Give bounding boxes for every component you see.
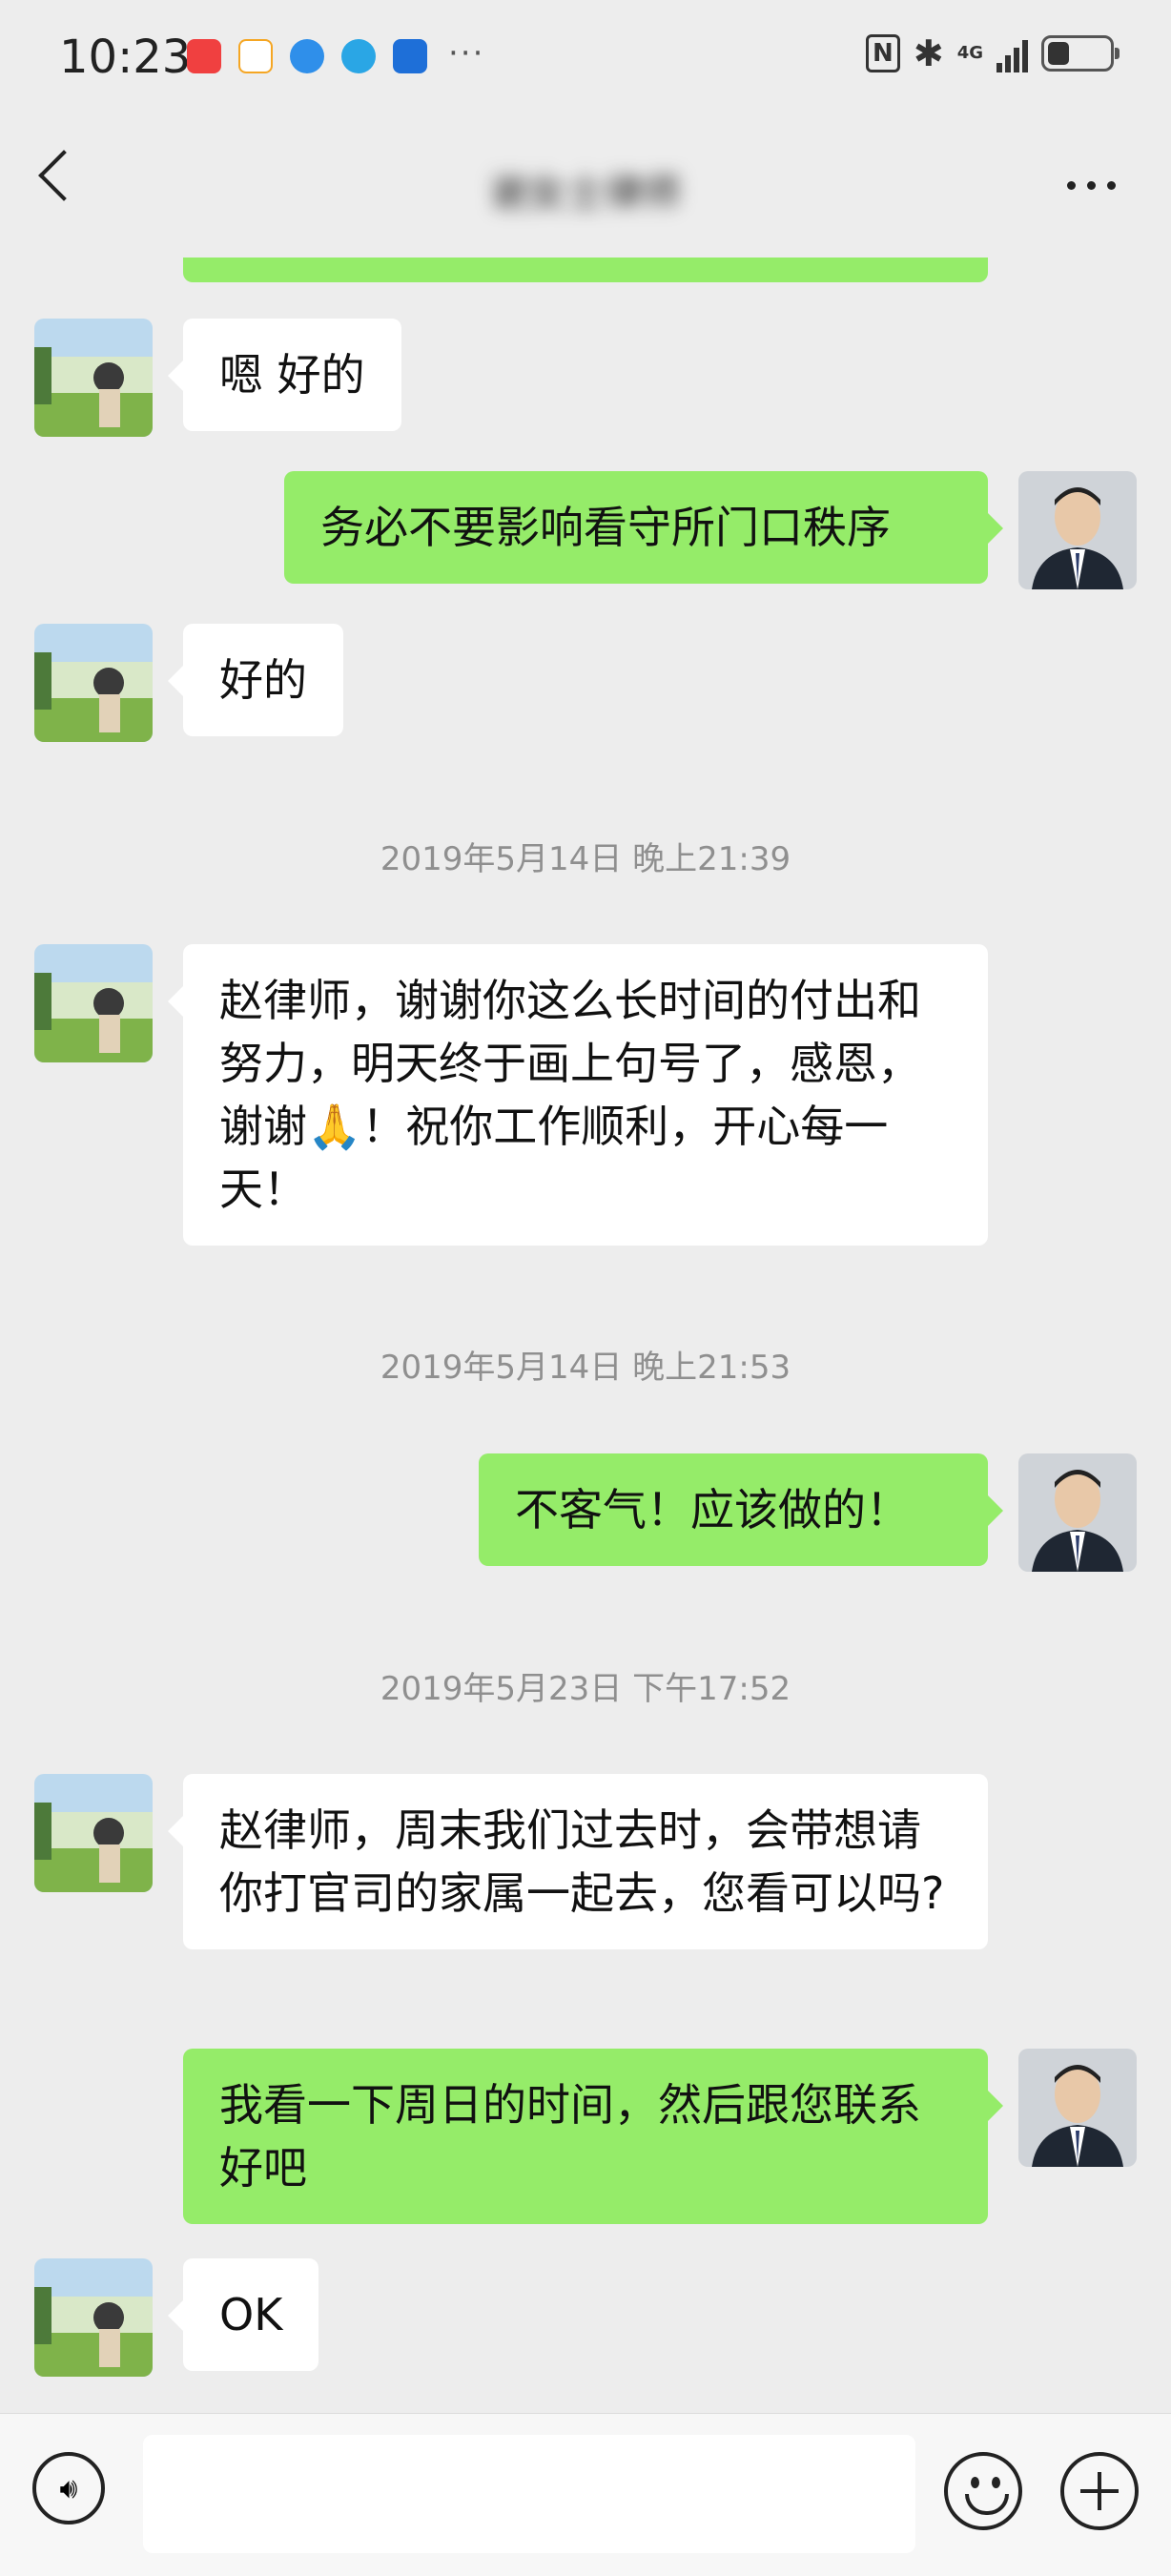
message-list[interactable]: 嗯 好的 务必不要影响看守所门口秩序 好的 2019年5月14日 晚上21:39…	[0, 258, 1171, 2413]
user-avatar[interactable]	[1018, 1453, 1137, 1572]
browser-app-icon	[341, 39, 376, 73]
emoji-button[interactable]	[944, 2452, 1022, 2530]
contact-avatar[interactable]	[34, 624, 153, 742]
contact-avatar[interactable]	[34, 1774, 153, 1892]
message-bubble-outgoing[interactable]: 我看一下周日的时间，然后跟您联系好吧	[183, 2049, 1003, 2224]
emoji-icon-eye	[992, 2477, 1000, 2488]
message-input[interactable]	[143, 2435, 915, 2553]
contact-avatar[interactable]	[34, 319, 153, 437]
message-bubble-outgoing[interactable]: 不客气！应该做的！	[479, 1453, 1003, 1566]
message-bubble-incoming[interactable]: 赵律师，周末我们过去时，会带想请你打官司的家属一起去，您看可以吗?	[168, 1774, 988, 1949]
battery-icon	[1041, 35, 1120, 72]
bluetooth-icon: ✱	[913, 32, 944, 74]
timestamp: 2019年5月14日 晚上21:53	[380, 1349, 791, 1387]
status-time: 10:23	[59, 31, 192, 84]
timestamp: 2019年5月23日 下午17:52	[380, 1670, 791, 1708]
status-bar: 10:23 ··· N ✱ 4G	[0, 0, 1171, 114]
user-avatar[interactable]	[1018, 2049, 1137, 2167]
message-bubble-incoming[interactable]: 好的	[168, 624, 343, 736]
messenger-app-icon	[290, 39, 324, 73]
nfc-icon: N	[865, 34, 900, 72]
more-options-icon[interactable]	[1067, 181, 1116, 190]
emoji-icon-mouth	[965, 2494, 1009, 2515]
chat-title: 谢女士律师	[490, 172, 681, 216]
weather-app-icon	[393, 39, 427, 73]
message-bubble-incoming[interactable]: OK	[167, 2258, 319, 2371]
timestamp: 2019年5月14日 晚上21:39	[380, 840, 791, 878]
message-bubble-incoming[interactable]: 嗯 好的	[168, 319, 401, 431]
message-bubble-outgoing[interactable]	[183, 258, 988, 282]
battery-level	[1048, 42, 1070, 65]
input-bar: 🔊︎	[0, 2413, 1171, 2576]
add-attachment-button[interactable]	[1060, 2452, 1139, 2530]
user-avatar[interactable]	[1018, 471, 1137, 589]
message-bubble-incoming[interactable]: 赵律师，谢谢你这么长时间的付出和努力，明天终于画上句号了，感恩，谢谢🙏！祝你工作…	[168, 944, 988, 1246]
huawei-app-icon	[187, 39, 221, 73]
emoji-icon	[971, 2477, 979, 2488]
more-notifications-icon: ···	[448, 34, 485, 72]
network-type-label: 4G	[956, 43, 983, 63]
voice-input-button[interactable]: 🔊︎	[32, 2452, 105, 2524]
voice-icon: 🔊︎	[59, 2471, 78, 2505]
signal-icon	[996, 34, 1028, 72]
xiaomei-app-icon	[238, 39, 273, 73]
message-bubble-outgoing[interactable]: 务必不要影响看守所门口秩序	[284, 471, 1003, 584]
contact-avatar[interactable]	[34, 2258, 153, 2377]
status-indicators: N ✱ 4G	[865, 32, 1120, 74]
contact-avatar[interactable]	[34, 944, 153, 1062]
